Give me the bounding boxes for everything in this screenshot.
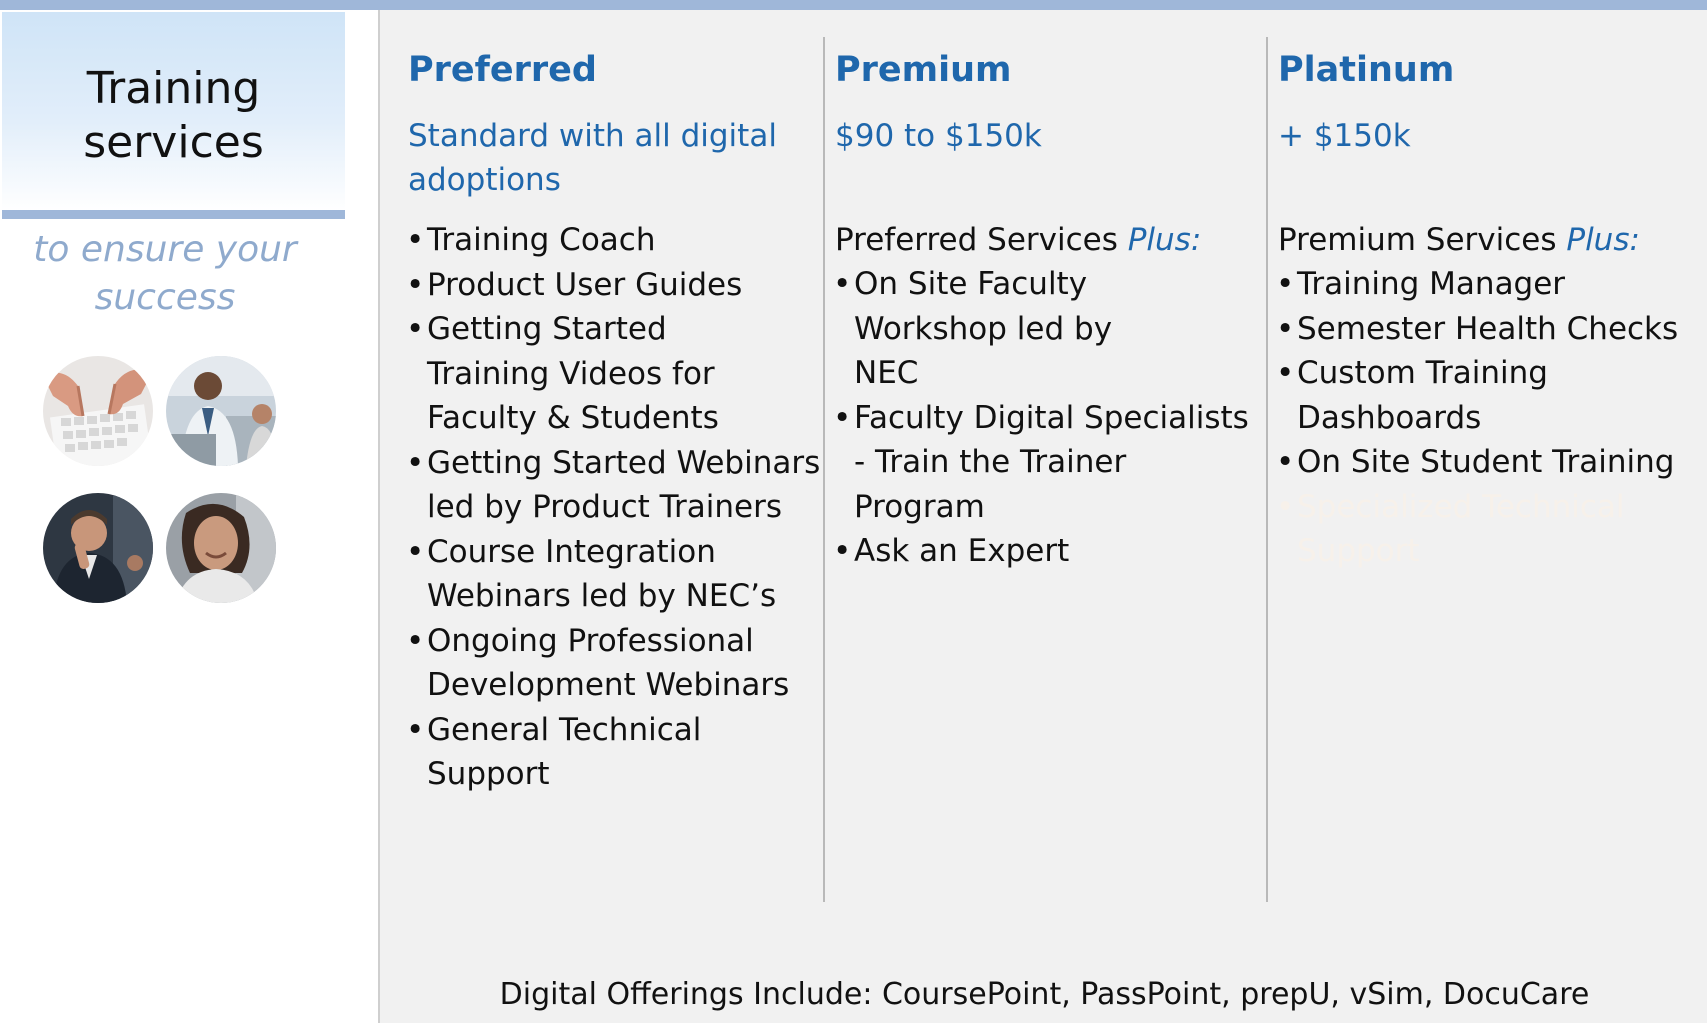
tier-column-platinum: Platinum + $150k Premium Services Plus: … [1266,37,1680,902]
top-accent-bar [0,0,1707,10]
thinking-man-photo [43,493,153,603]
tier-intro-plus: Plus: [1127,222,1202,258]
tier-column-preferred: Preferred Standard with all digital adop… [380,10,820,890]
tier-price: Standard with all digital adoptions [408,118,777,198]
feature-item: Getting Started Training Videos for Facu… [406,307,787,441]
feature-list: On Site Faculty Workshop led by NEC Facu… [833,262,1249,574]
page-title: Training services [2,62,345,170]
tier-name: Preferred [408,50,597,90]
tier-content: Platinum + $150k Premium Services Plus: … [1276,48,1688,574]
title-box: Training services [2,12,345,212]
tier-name: Premium [835,50,1012,90]
tier-content: Premium $90 to $150k Preferred Services … [833,48,1249,574]
feature-item: General Technical Support [406,708,727,797]
feature-item: Semester Health Checks [1276,307,1688,352]
tagline: to ensure your success [33,229,297,318]
feature-item: Product User Guides [406,263,808,308]
feature-item: Training Manager [1276,262,1688,307]
tier-price: + $150k [1278,118,1411,154]
main-panel: Preferred Standard with all digital adop… [378,10,1707,1023]
tier-intro-text: Preferred Services [835,222,1128,258]
feature-item: Training Coach [406,218,808,263]
feature-item: Custom Training Dashboards [1276,351,1597,440]
feature-item-faded: Specialized Technical Support [1276,485,1657,574]
keyboard-hands-photo [43,356,153,466]
left-panel: Training services to ensure your success [0,10,378,1023]
feature-item: On Site Student Training [1276,440,1688,485]
smiling-woman-photo [166,493,276,603]
feature-item: Ask an Expert [833,529,1245,574]
feature-item: Ongoing Professional Development Webinar… [406,619,807,708]
feature-item: Course Integration Webinars led by NEC’s [406,530,807,619]
feature-item: Getting Started Webinars led by Product … [406,441,827,530]
tier-intro: Preferred Services Plus: [835,218,1245,262]
tier-content: Preferred Standard with all digital adop… [406,48,820,797]
tier-column-premium: Premium $90 to $150k Preferred Services … [823,37,1249,902]
tier-intro-plus: Plus: [1566,222,1640,258]
meeting-group-photo [166,356,276,466]
title-line-2: services [83,117,264,168]
title-line-1: Training [86,63,261,114]
feature-item: Faculty Digital Specialists - Train the … [833,396,1249,530]
feature-item: On Site Faculty Workshop led by NEC [833,262,1184,396]
feature-list: Training Manager Semester Health Checks … [1276,262,1688,574]
tier-name: Platinum [1278,50,1455,90]
digital-offerings-footer: Digital Offerings Include: CoursePoint, … [499,977,1590,1012]
title-underline [2,210,345,219]
tier-price: $90 to $150k [835,118,1042,154]
feature-list: Training Coach Product User Guides Getti… [406,218,820,797]
tier-intro: Premium Services Plus: [1278,218,1688,262]
tier-intro-text: Premium Services [1278,222,1567,258]
